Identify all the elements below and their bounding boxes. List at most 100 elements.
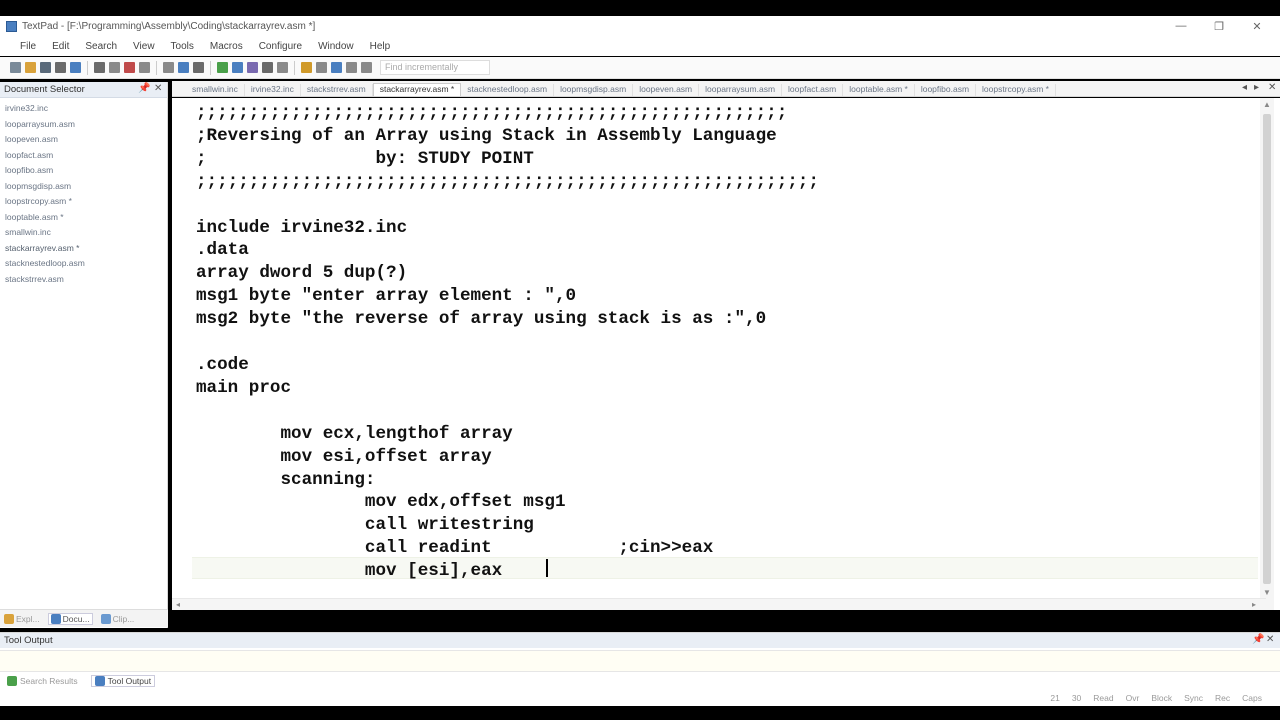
toolbar-button-icon[interactable] [139,62,150,73]
file-list-item[interactable]: loopeven.asm [0,132,167,148]
toolbar-button-icon[interactable] [25,62,36,73]
find-incrementally-input[interactable]: Find incrementally [380,60,490,75]
toolbar-button-icon[interactable] [193,62,204,73]
toolbar-button-icon[interactable] [124,62,135,73]
screen-bottom-border [0,706,1280,720]
document-tab[interactable]: stacknestedloop.asm [461,84,555,96]
tab-clip-library[interactable]: Clip... [100,613,134,624]
toolbar-separator [210,60,211,75]
document-tab[interactable]: irvine32.inc [245,84,301,96]
scroll-down-icon[interactable]: ▼ [1263,588,1271,597]
close-button[interactable]: ✕ [1238,16,1276,36]
status-bar: 21 30 Read Ovr Block Sync Rec Caps [1038,693,1262,703]
document-tab[interactable]: loopmsgdisp.asm [554,84,634,96]
close-icon[interactable]: ✕ [154,83,162,94]
tool-output-pin-icon[interactable]: 📌 [1252,634,1264,645]
status-read: Read [1093,693,1114,703]
tab-document-selector[interactable]: Docu... [47,612,93,625]
menu-edit[interactable]: Edit [44,41,77,52]
status-caps: Caps [1242,693,1262,703]
tool-output-icon [94,676,105,686]
search-results-icon [7,676,17,686]
document-tab[interactable]: smallwin.inc [186,84,245,96]
minimize-button[interactable]: — [1162,16,1200,36]
maximize-button[interactable]: ❐ [1200,16,1238,36]
scroll-up-icon[interactable]: ▲ [1263,100,1271,109]
menu-help[interactable]: Help [362,41,399,52]
toolbar-button-icon[interactable] [109,62,120,73]
file-list-item[interactable]: stacknestedloop.asm [0,256,167,272]
toolbar-button-icon[interactable] [55,62,66,73]
toolbar-button-icon[interactable] [178,62,189,73]
toolbar-button-icon[interactable] [361,62,372,73]
explorer-icon [4,613,14,624]
menu-macros[interactable]: Macros [202,41,251,52]
document-tab[interactable]: loopfibo.asm [915,84,977,96]
document-tab[interactable]: looptable.asm * [843,84,915,96]
toolbar-button-icon[interactable] [346,62,357,73]
toolbar-button-icon[interactable] [301,62,312,73]
file-list-item[interactable]: irvine32.inc [0,101,167,117]
menu-tools[interactable]: Tools [163,41,202,52]
document-selector-title: Document Selector [4,84,85,95]
toolbar-button-icon[interactable] [247,62,258,73]
document-tab[interactable]: looparraysum.asm [699,84,783,96]
vertical-scrollbar-thumb[interactable] [1263,114,1271,584]
toolbar-button-icon[interactable] [94,62,105,73]
clip-icon [100,613,111,624]
tool-output-close-icon[interactable]: ✕ [1266,634,1274,645]
close-document-icon[interactable]: ✕ [1268,82,1276,93]
file-list-item[interactable]: looparraysum.asm [0,117,167,133]
file-list-item[interactable]: stackstrrev.asm [0,272,167,288]
source-code[interactable]: ;;;;;;;;;;;;;;;;;;;;;;;;;;;;;;;;;;;;;;;;… [196,102,819,583]
document-tab[interactable]: stackstrrev.asm [301,84,373,96]
vertical-scrollbar[interactable]: ▲ ▼ [1260,98,1274,610]
scroll-left-icon[interactable]: ◂ [176,600,180,609]
status-column: 30 [1071,693,1082,703]
file-list-item[interactable]: loopfibo.asm [0,163,167,179]
document-tab[interactable]: loopstrcopy.asm * [976,84,1056,96]
menu-file[interactable]: File [12,41,44,52]
horizontal-scrollbar[interactable]: ◂ ▸ [172,598,1266,610]
toolbar-button-icon[interactable] [316,62,327,73]
menu-search[interactable]: Search [77,41,125,52]
document-tabs: smallwin.inc irvine32.inc stackstrrev.asm s… [172,81,1280,97]
document-selector-header: Document Selector 📌 ✕ [0,82,167,98]
file-list-item[interactable]: stackarrayrev.asm * [0,241,167,257]
tool-output-area[interactable] [0,650,1280,672]
tool-output-title: Tool Output [4,635,53,646]
tool-output-header: Tool Output 📌 ✕ [0,633,1280,648]
document-tab[interactable]: stackarrayrev.asm * [372,83,462,96]
toolbar-button-icon[interactable] [217,62,228,73]
toolbar-button-icon[interactable] [10,62,21,73]
file-list-item[interactable]: smallwin.inc [0,225,167,241]
tab-search-results[interactable]: Search Results [4,676,81,686]
file-list-item[interactable]: loopmsgdisp.asm [0,179,167,195]
file-list-item[interactable]: loopfact.asm [0,148,167,164]
menu-configure[interactable]: Configure [251,41,310,52]
toolbar-separator [87,60,88,75]
toolbar-button-icon[interactable] [277,62,288,73]
tab-tool-output[interactable]: Tool Output [90,675,156,687]
toolbar-button-icon[interactable] [232,62,243,73]
file-list-item[interactable]: loopstrcopy.asm * [0,194,167,210]
menu-view[interactable]: View [125,41,163,52]
toolbar-button-icon[interactable] [262,62,273,73]
file-list-item[interactable]: looptable.asm * [0,210,167,226]
pin-icon[interactable]: 📌 [138,83,150,94]
tab-strip: smallwin.inc irvine32.inc stackstrrev.asm s… [186,83,1056,96]
tabs-left-icon[interactable]: ◂ [1242,82,1247,93]
tool-output-tabs: Search Results Tool Output [4,673,165,689]
document-tab[interactable]: loopeven.asm [633,84,700,96]
tab-explorer[interactable]: Expl... [4,613,40,624]
tabs-right-icon[interactable]: ▸ [1254,82,1259,93]
document-tab[interactable]: loopfact.asm [782,84,844,96]
toolbar-button-icon[interactable] [163,62,174,73]
toolbar-button-icon[interactable] [70,62,81,73]
toolbar-button-icon[interactable] [331,62,342,73]
scroll-right-icon[interactable]: ▸ [1252,600,1256,609]
code-editor[interactable]: ;;;;;;;;;;;;;;;;;;;;;;;;;;;;;;;;;;;;;;;;… [172,98,1280,610]
menu-window[interactable]: Window [310,41,362,52]
window-title: TextPad - [F:\Programming\Assembly\Codin… [22,20,316,32]
toolbar-button-icon[interactable] [40,62,51,73]
